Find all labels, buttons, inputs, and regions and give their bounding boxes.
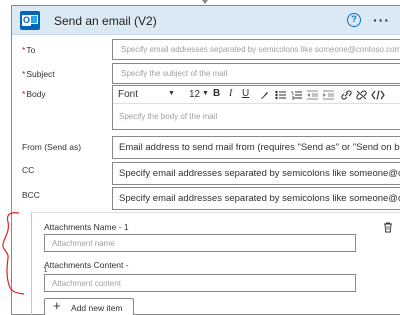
delete-item-icon[interactable]	[383, 222, 393, 233]
annotation-bracket	[2, 212, 25, 295]
help-icon[interactable]: ?	[347, 13, 361, 27]
add-new-item-button[interactable]: + Add new item	[44, 298, 134, 315]
unlink-icon[interactable]	[356, 90, 367, 100]
collapse-arrow-icon	[202, 0, 208, 4]
italic-icon[interactable]: I	[229, 88, 232, 99]
bullet-list-icon[interactable]	[275, 90, 286, 100]
bold-icon[interactable]: B	[213, 88, 220, 99]
editor-toolbar: Font ▼ 12 ▼ B I U	[113, 86, 400, 104]
add-new-item-label: Add new item	[71, 303, 123, 313]
outdent-icon[interactable]	[307, 90, 318, 100]
cc-field[interactable]: Specify email addresses separated by sem…	[112, 162, 400, 185]
body-editor[interactable]: Font ▼ 12 ▼ B I U Specify the body of th…	[112, 85, 400, 130]
attachment-content-label: Attachments Content -	[44, 260, 129, 270]
to-field[interactable]: Specify email addresses separated by sem…	[112, 39, 400, 60]
attachments-section: Attachments Name - 1 Attachment name Att…	[31, 212, 400, 315]
link-icon[interactable]	[341, 90, 352, 100]
bcc-field[interactable]: Specify email addresses separated by sem…	[112, 187, 400, 210]
plus-icon: +	[53, 298, 61, 313]
action-card: O Send an email (V2) ? ··· *To Specify e…	[11, 5, 400, 315]
code-view-icon[interactable]	[371, 90, 385, 100]
font-size-select[interactable]: 12	[189, 89, 200, 100]
card-header[interactable]: O Send an email (V2) ? ···	[12, 6, 400, 35]
subject-field[interactable]: Specify the subject of the mail	[112, 63, 400, 84]
highlight-icon[interactable]	[259, 90, 269, 100]
attachment-name-field[interactable]: Attachment name	[44, 234, 356, 252]
attachment-content-field[interactable]: Attachment content	[44, 274, 356, 292]
body-placeholder: Specify the body of the mail	[119, 112, 218, 121]
attachment-name-label: Attachments Name - 1	[44, 222, 129, 232]
action-title[interactable]: Send an email (V2)	[54, 14, 157, 28]
more-options-icon[interactable]: ···	[373, 12, 390, 28]
font-dropdown-icon[interactable]: ▼	[168, 90, 175, 97]
numbered-list-icon[interactable]	[291, 90, 302, 100]
from-field[interactable]: Email address to send mail from (require…	[112, 136, 400, 159]
underline-icon[interactable]: U	[242, 88, 249, 99]
size-dropdown-icon[interactable]: ▼	[202, 90, 209, 97]
font-select[interactable]: Font	[118, 89, 138, 100]
indent-icon[interactable]	[323, 90, 334, 100]
